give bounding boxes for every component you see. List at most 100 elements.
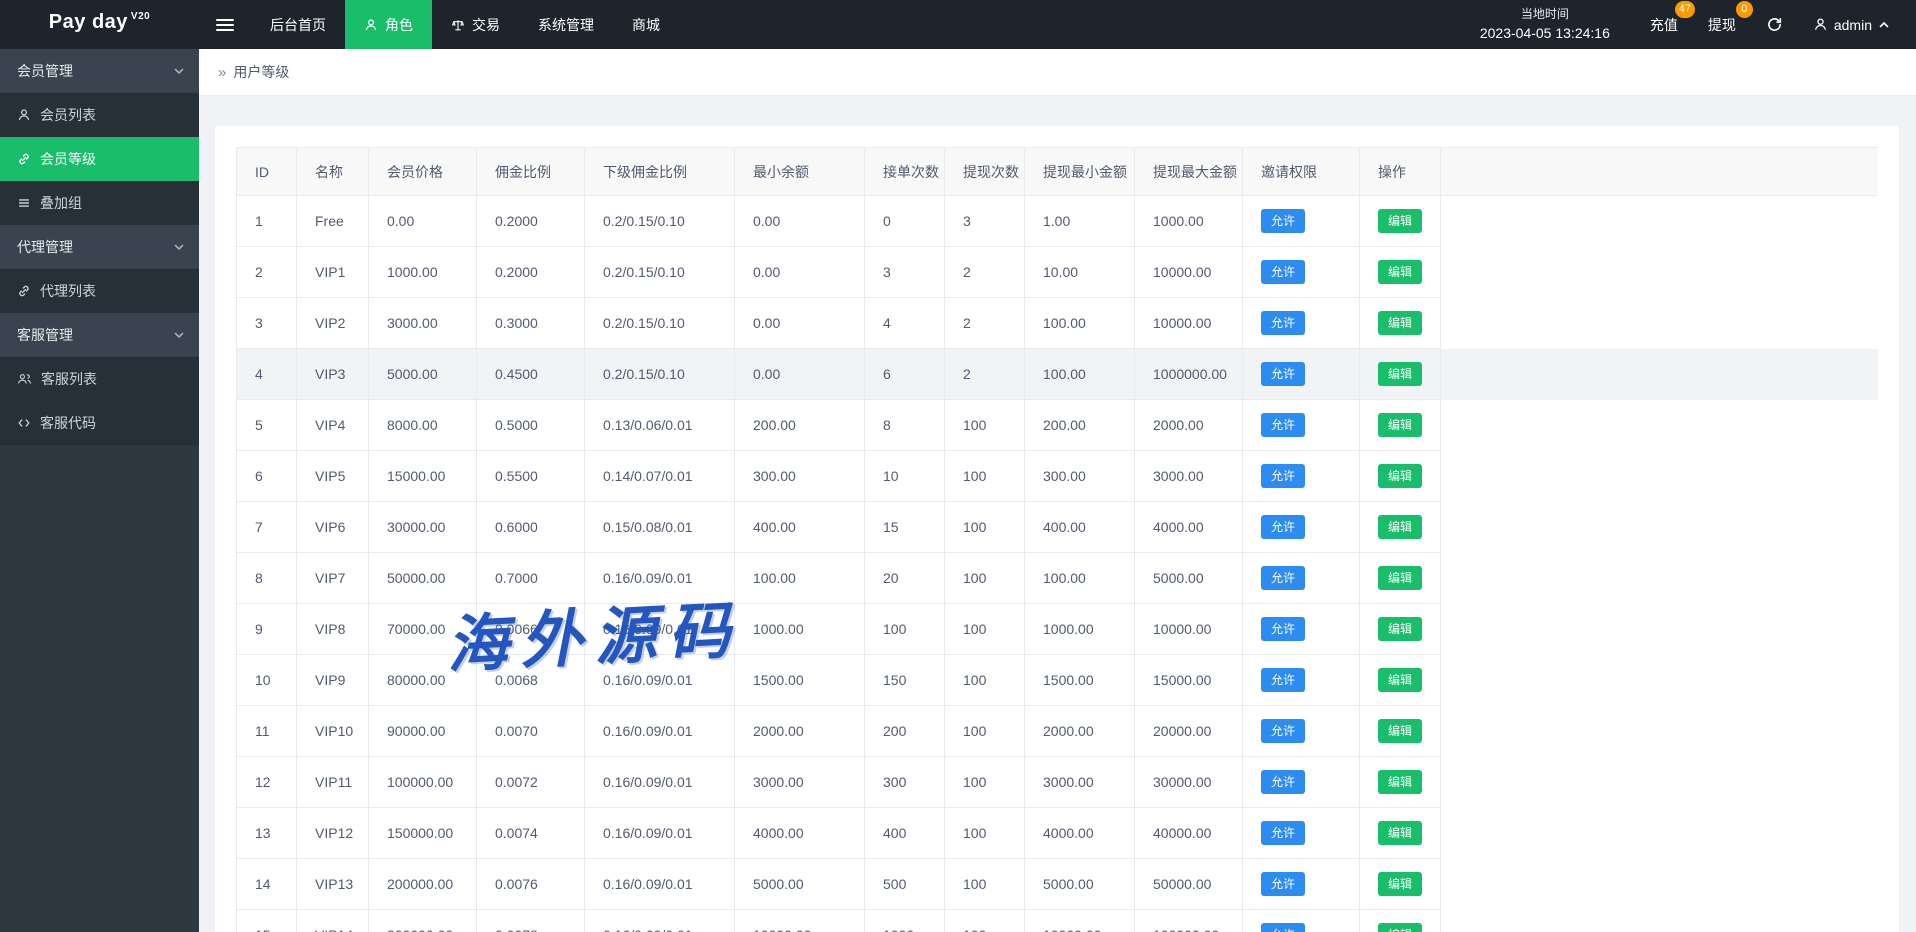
edit-button[interactable]: 编辑 <box>1378 668 1422 693</box>
cell-price: 5000.00 <box>369 349 477 400</box>
allow-button[interactable]: 允许 <box>1261 872 1305 897</box>
sidebar-item-1[interactable]: 会员列表 <box>0 93 199 137</box>
cell-commission: 0.3000 <box>477 298 585 349</box>
cell-sub_commission: 0.2/0.15/0.10 <box>585 349 735 400</box>
cell-commission: 0.6000 <box>477 502 585 553</box>
nav-label: 系统管理 <box>538 15 594 35</box>
table-row: 1Free0.000.20000.2/0.15/0.100.00031.0010… <box>237 196 1879 247</box>
cell-price: 200000.00 <box>369 859 477 910</box>
cell-name: VIP5 <box>297 451 369 502</box>
refresh-button[interactable] <box>1766 16 1783 33</box>
refresh-icon <box>1766 16 1783 33</box>
cell-withdraw_max: 3000.00 <box>1135 451 1243 502</box>
users-icon <box>17 372 32 386</box>
edit-button[interactable]: 编辑 <box>1378 872 1422 897</box>
cell-price: 150000.00 <box>369 808 477 859</box>
sidebar-item-2[interactable]: 会员等级 <box>0 137 199 181</box>
sidebar-group-0[interactable]: 会员管理 <box>0 49 199 93</box>
allow-button[interactable]: 允许 <box>1261 617 1305 642</box>
scale-icon <box>451 18 465 32</box>
column-header: 提现最大金额 <box>1135 148 1243 196</box>
cell-commission: 0.0070 <box>477 706 585 757</box>
allow-button[interactable]: 允许 <box>1261 464 1305 489</box>
edit-button[interactable]: 编辑 <box>1378 260 1422 285</box>
chevron-down-icon <box>173 329 185 341</box>
page: Pay dayV20 后台首页角色交易系统管理商城 当地时间 2023-04-0… <box>0 0 1916 932</box>
cell-withdraw_times: 100 <box>945 502 1025 553</box>
allow-button[interactable]: 允许 <box>1261 668 1305 693</box>
cell-id: 14 <box>237 859 297 910</box>
cell-orders: 4 <box>865 298 945 349</box>
table-header-row: ID名称会员价格佣金比例下级佣金比例最小余额接单次数提现次数提现最小金额提现最大… <box>237 148 1879 196</box>
edit-button[interactable]: 编辑 <box>1378 617 1422 642</box>
nav-item-4[interactable]: 商城 <box>613 0 679 49</box>
cell-sub_commission: 0.16/0.09/0.01 <box>585 655 735 706</box>
sidebar-item-3[interactable]: 叠加组 <box>0 181 199 225</box>
allow-button[interactable]: 允许 <box>1261 311 1305 336</box>
allow-button[interactable]: 允许 <box>1261 362 1305 387</box>
column-header: 会员价格 <box>369 148 477 196</box>
recharge-label: 充值 <box>1650 17 1678 33</box>
cell-invite: 允许 <box>1243 808 1360 859</box>
allow-button[interactable]: 允许 <box>1261 515 1305 540</box>
nav-item-2[interactable]: 交易 <box>432 0 519 49</box>
sidebar-group-6[interactable]: 客服管理 <box>0 313 199 357</box>
sidebar-item-8[interactable]: 客服代码 <box>0 401 199 445</box>
cell-price: 1000.00 <box>369 247 477 298</box>
chevron-up-icon <box>1878 19 1890 31</box>
main: » 用户等级 ID名称会员价格佣金比例下级佣金比例最小余额接单次数提现次数提现最… <box>199 49 1916 932</box>
allow-button[interactable]: 允许 <box>1261 413 1305 438</box>
cell-filler <box>1441 604 1879 655</box>
menu-toggle-icon[interactable] <box>199 0 251 49</box>
edit-button[interactable]: 编辑 <box>1378 413 1422 438</box>
sidebar: 会员管理会员列表会员等级叠加组代理管理代理列表客服管理客服列表客服代码 <box>0 49 199 932</box>
user-icon <box>17 108 31 122</box>
allow-button[interactable]: 允许 <box>1261 770 1305 795</box>
cell-sub_commission: 0.16/0.09/0.01 <box>585 859 735 910</box>
cell-commission: 0.2000 <box>477 247 585 298</box>
allow-button[interactable]: 允许 <box>1261 209 1305 234</box>
user-menu[interactable]: admin <box>1813 17 1890 33</box>
allow-button[interactable]: 允许 <box>1261 923 1305 932</box>
cell-min_balance: 0.00 <box>735 247 865 298</box>
edit-button[interactable]: 编辑 <box>1378 362 1422 387</box>
edit-button[interactable]: 编辑 <box>1378 719 1422 744</box>
cell-name: VIP13 <box>297 859 369 910</box>
cell-invite: 允许 <box>1243 757 1360 808</box>
nav-item-0[interactable]: 后台首页 <box>251 0 345 49</box>
allow-button[interactable]: 允许 <box>1261 821 1305 846</box>
allow-button[interactable]: 允许 <box>1261 719 1305 744</box>
cell-withdraw_min: 10.00 <box>1025 247 1135 298</box>
edit-button[interactable]: 编辑 <box>1378 923 1422 932</box>
cell-actions: 编辑 <box>1360 502 1441 553</box>
cell-actions: 编辑 <box>1360 451 1441 502</box>
sidebar-group-4[interactable]: 代理管理 <box>0 225 199 269</box>
withdraw-button[interactable]: 提现 0 <box>1708 13 1736 37</box>
edit-button[interactable]: 编辑 <box>1378 515 1422 540</box>
edit-button[interactable]: 编辑 <box>1378 821 1422 846</box>
edit-button[interactable]: 编辑 <box>1378 311 1422 336</box>
edit-button[interactable]: 编辑 <box>1378 464 1422 489</box>
cell-min_balance: 200.00 <box>735 400 865 451</box>
allow-button[interactable]: 允许 <box>1261 260 1305 285</box>
edit-button[interactable]: 编辑 <box>1378 209 1422 234</box>
cell-sub_commission: 0.16/0.09/0.01 <box>585 808 735 859</box>
cell-withdraw_max: 100000.00 <box>1135 910 1243 932</box>
cell-withdraw_times: 100 <box>945 655 1025 706</box>
edit-button[interactable]: 编辑 <box>1378 770 1422 795</box>
column-header: 下级佣金比例 <box>585 148 735 196</box>
recharge-button[interactable]: 充值 47 <box>1650 13 1678 37</box>
allow-button[interactable]: 允许 <box>1261 566 1305 591</box>
cell-invite: 允许 <box>1243 859 1360 910</box>
sidebar-item-5[interactable]: 代理列表 <box>0 269 199 313</box>
user-icon <box>1813 17 1828 32</box>
breadcrumb-icon: » <box>218 64 226 81</box>
chevron-down-icon <box>173 241 185 253</box>
cell-withdraw_max: 10000.00 <box>1135 298 1243 349</box>
sidebar-item-7[interactable]: 客服列表 <box>0 357 199 401</box>
cell-min_balance: 100.00 <box>735 553 865 604</box>
edit-button[interactable]: 编辑 <box>1378 566 1422 591</box>
cell-sub_commission: 0.15/0.08/0.01 <box>585 502 735 553</box>
nav-item-3[interactable]: 系统管理 <box>519 0 613 49</box>
nav-item-1[interactable]: 角色 <box>345 0 432 49</box>
